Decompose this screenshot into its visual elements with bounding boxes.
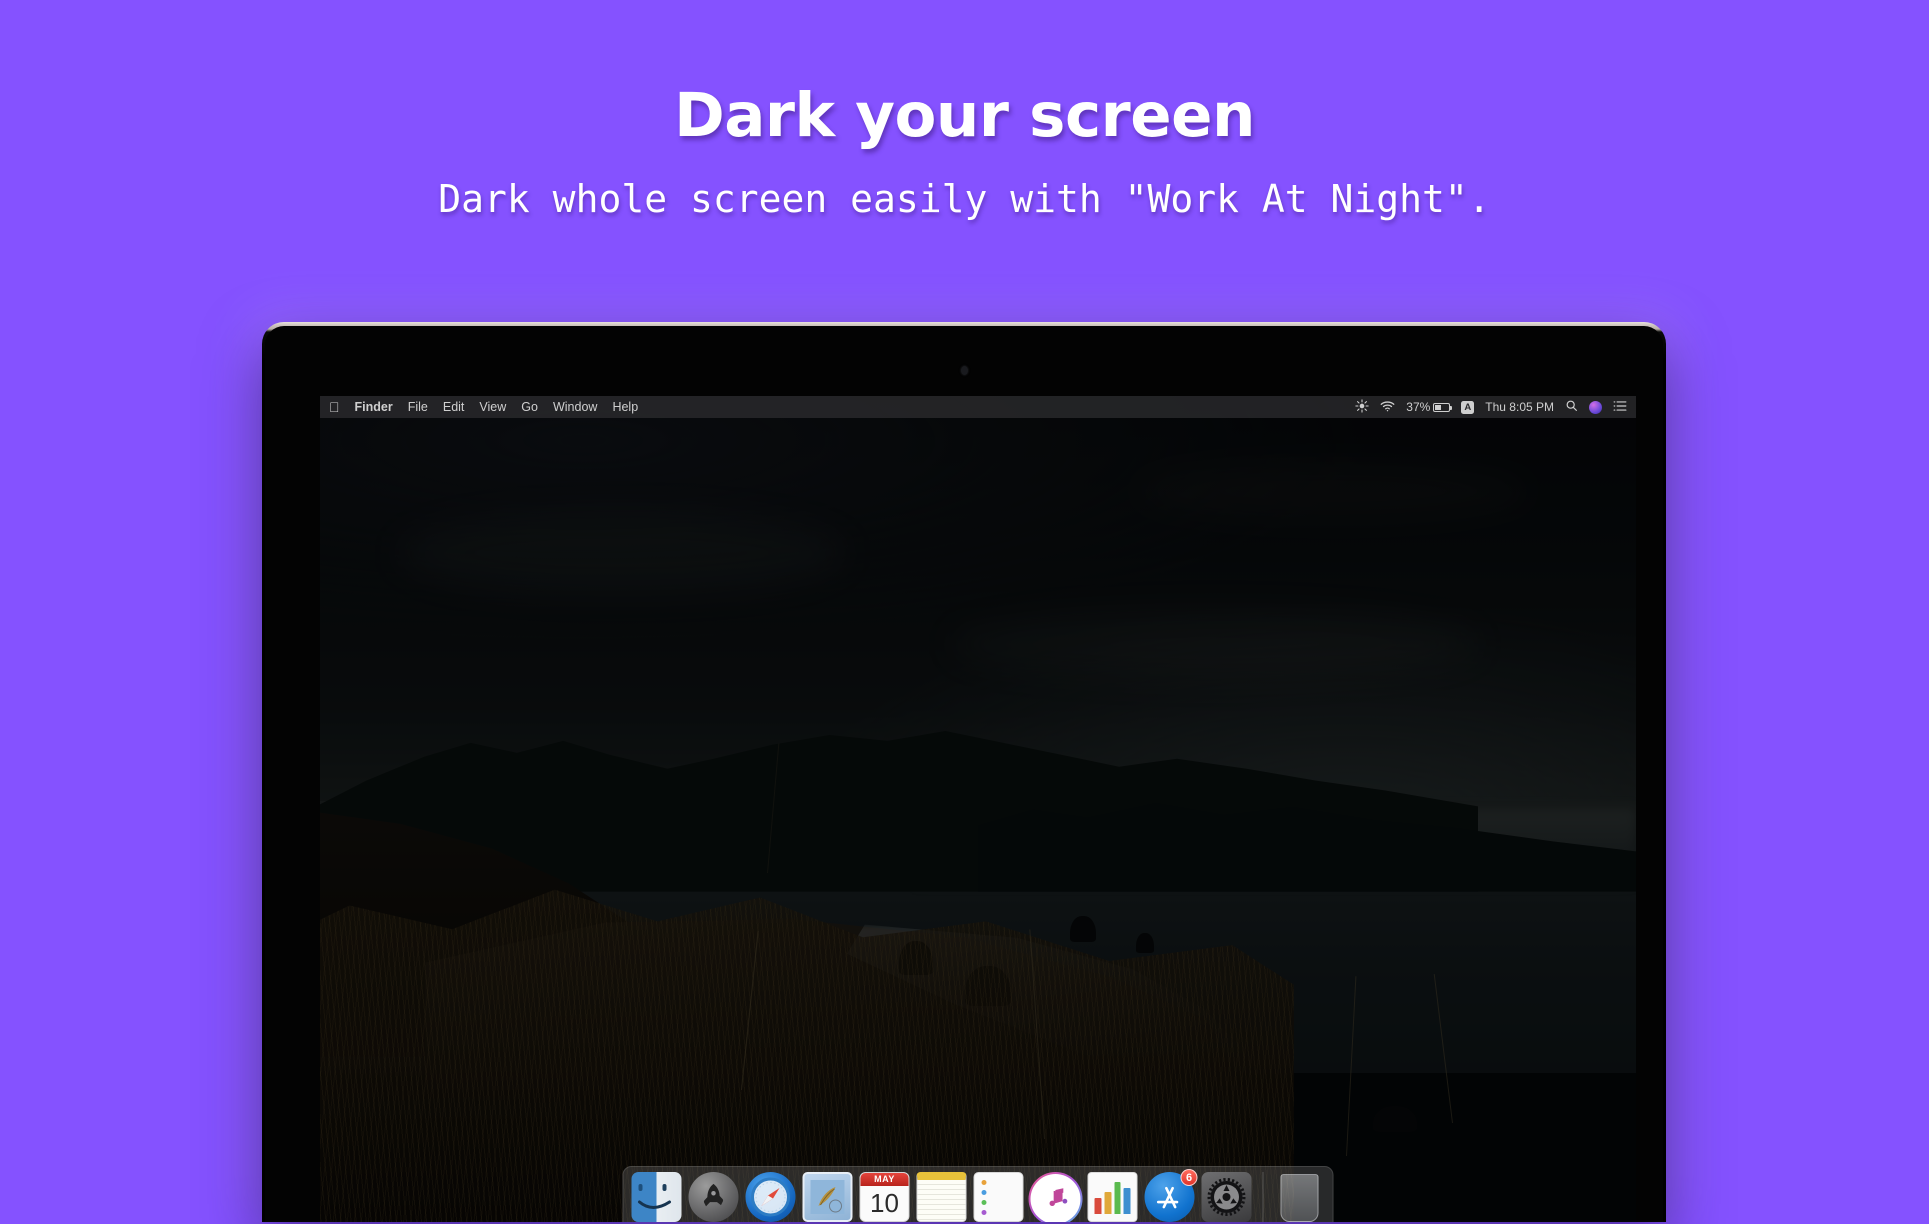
menu-item-view[interactable]: View <box>479 400 506 414</box>
menubar-clock[interactable]: Thu 8:05 PM <box>1485 400 1554 414</box>
dock: MAY 10 6 <box>622 1166 1334 1222</box>
dock-item-finder[interactable] <box>631 1172 683 1222</box>
notification-center-icon[interactable] <box>1613 400 1627 415</box>
reminder-dot <box>981 1180 987 1185</box>
app-store-icon: 6 <box>1144 1169 1198 1222</box>
hero-text-block: Dark your screen Dark whole screen easil… <box>0 0 1929 221</box>
dock-item-itunes[interactable] <box>1030 1172 1082 1222</box>
menu-item-file[interactable]: File <box>408 400 428 414</box>
battery-fill <box>1435 404 1441 410</box>
dock-item-reminders[interactable] <box>973 1172 1025 1222</box>
numbers-bar <box>1123 1188 1131 1214</box>
reminder-dot <box>981 1200 987 1205</box>
wallpaper-cloud <box>398 511 847 595</box>
trash-icon <box>1280 1174 1319 1222</box>
dock-item-trash[interactable] <box>1274 1172 1326 1222</box>
launchpad-icon <box>688 1172 739 1222</box>
menu-bar-left:  Finder File Edit View Go Window Help <box>329 400 638 414</box>
notes-icon <box>916 1172 967 1222</box>
wallpaper-cloud <box>951 610 1479 677</box>
wifi-icon[interactable] <box>1380 400 1395 415</box>
desktop-wallpaper <box>320 396 1636 1222</box>
brightness-icon[interactable] <box>1355 398 1369 416</box>
calendar-month-label: MAY <box>860 1173 909 1186</box>
menu-item-edit[interactable]: Edit <box>443 400 465 414</box>
itunes-icon <box>1029 1172 1083 1222</box>
menu-item-help[interactable]: Help <box>612 400 638 414</box>
menu-bar-status-area: 37% A Thu 8:05 PM <box>1355 398 1627 416</box>
battery-percent-label: 37% <box>1406 400 1431 414</box>
laptop-device:  Finder File Edit View Go Window Help <box>244 304 1684 1224</box>
menu-item-window[interactable]: Window <box>553 400 597 414</box>
dock-item-numbers[interactable] <box>1087 1172 1139 1222</box>
battery-icon <box>1433 402 1453 412</box>
input-source-icon[interactable]: A <box>1461 400 1475 414</box>
wallpaper-sea-stack <box>1135 932 1154 953</box>
laptop-lid:  Finder File Edit View Go Window Help <box>262 322 1666 1222</box>
calendar-icon: MAY 10 <box>859 1172 910 1222</box>
search-icon[interactable] <box>1565 399 1578 415</box>
wallpaper-cloud <box>1135 462 1531 520</box>
calendar-day-label: 10 <box>870 1188 899 1218</box>
numbers-bar <box>1114 1182 1121 1214</box>
dock-item-mail[interactable] <box>802 1172 854 1222</box>
wallpaper-sea-stack <box>1372 1106 1417 1133</box>
menu-item-finder[interactable]: Finder <box>355 400 393 414</box>
apple-logo-icon[interactable]:  <box>329 400 340 414</box>
finder-icon <box>631 1172 682 1222</box>
numbers-bar <box>1094 1198 1102 1214</box>
menu-item-go[interactable]: Go <box>521 400 538 414</box>
dock-item-system-preferences[interactable] <box>1201 1172 1253 1222</box>
page-title: Dark your screen <box>674 80 1255 151</box>
battery-indicator[interactable]: 37% <box>1406 400 1453 414</box>
camera-icon <box>961 366 968 375</box>
numbers-icon <box>1087 1172 1138 1222</box>
safari-icon <box>745 1172 796 1222</box>
reminders-icon <box>973 1172 1024 1222</box>
dock-item-safari[interactable] <box>745 1172 797 1222</box>
reminder-dot <box>981 1210 987 1215</box>
dock-item-notes[interactable] <box>916 1172 968 1222</box>
mail-icon <box>802 1172 853 1222</box>
app-store-badge: 6 <box>1180 1169 1198 1186</box>
dock-item-app-store[interactable]: 6 <box>1144 1169 1198 1222</box>
numbers-bar <box>1104 1192 1111 1214</box>
laptop-screen:  Finder File Edit View Go Window Help <box>320 396 1636 1222</box>
siri-icon[interactable] <box>1589 400 1602 414</box>
menu-bar:  Finder File Edit View Go Window Help <box>320 396 1636 418</box>
wallpaper-sea-stack <box>1070 916 1097 943</box>
dock-separator <box>1262 1172 1264 1222</box>
page-subtitle: Dark whole screen easily with "Work At N… <box>438 177 1491 222</box>
dock-item-calendar[interactable]: MAY 10 <box>859 1172 911 1222</box>
dock-item-launchpad[interactable] <box>688 1172 740 1222</box>
reminder-dot <box>981 1190 987 1195</box>
system-preferences-icon <box>1201 1172 1252 1222</box>
